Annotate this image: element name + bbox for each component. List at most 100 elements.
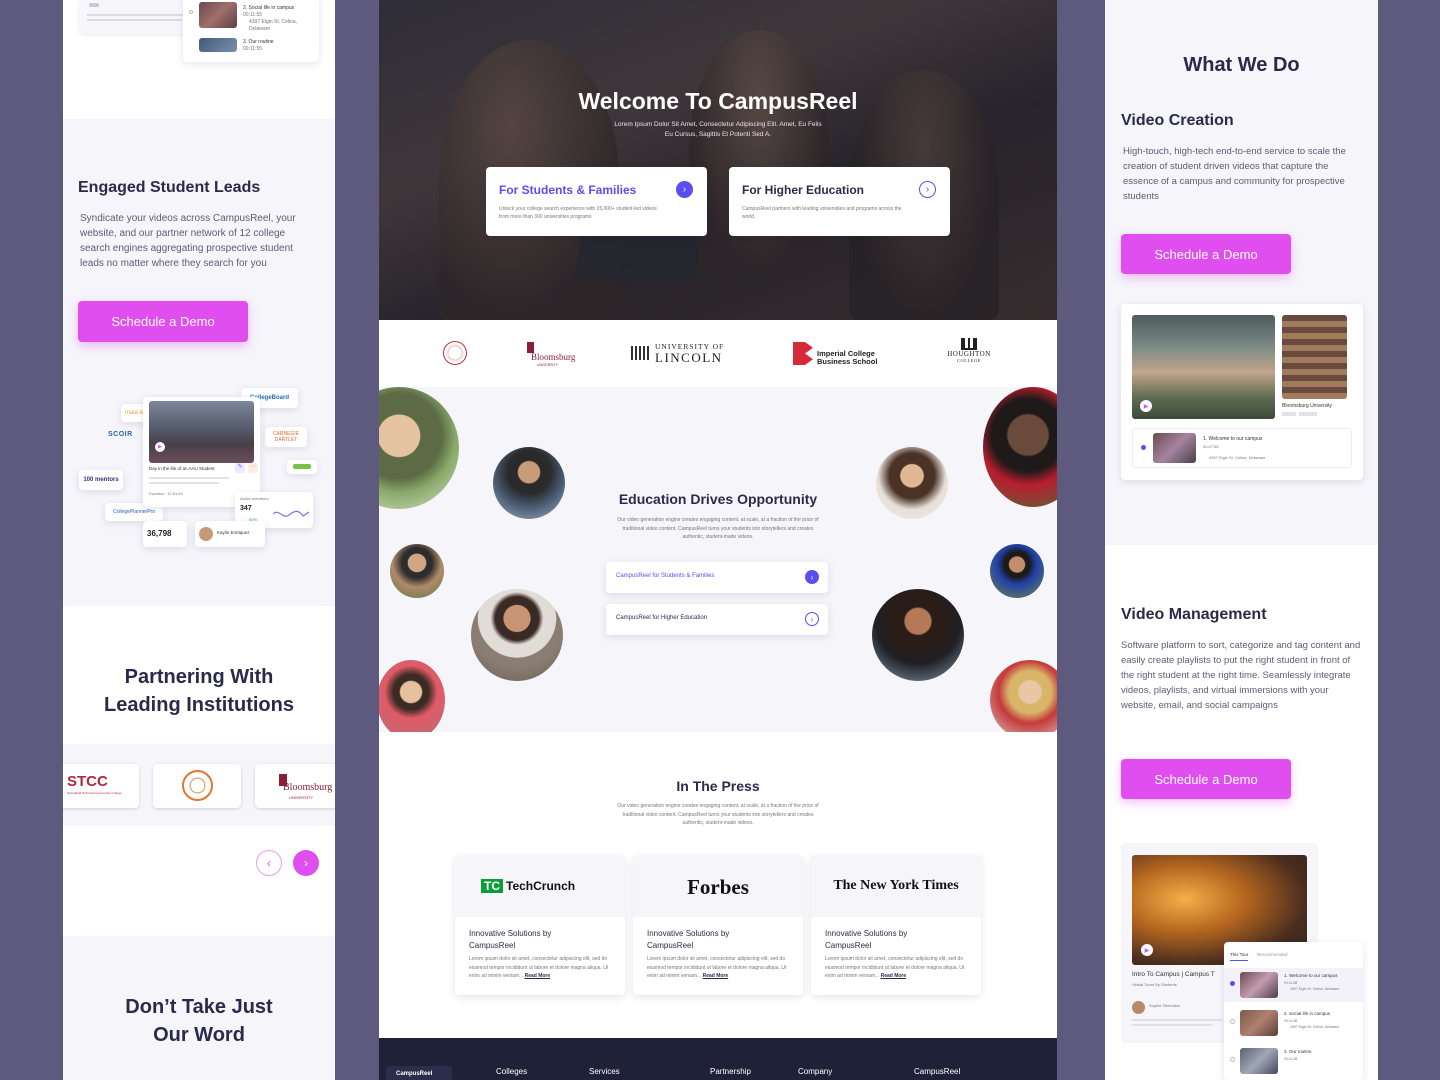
partner-logo-seal [153, 764, 241, 808]
higher-ed-card-body: CampusReel partners with leading univers… [742, 206, 902, 220]
testimonial-title-line1: Don’t Take Just [125, 996, 273, 1018]
arrow-right-icon: › [919, 181, 936, 198]
video-thumbnail [1240, 1010, 1278, 1036]
press-card-body: Lorem ipsum dolor sit amet, consectetur … [825, 956, 965, 979]
total-card: 36,798 [143, 521, 187, 547]
higher-ed-card[interactable]: For Higher Education CampusReel partners… [729, 167, 950, 236]
press-card-forbes[interactable]: Forbes Innovative Solutions by CampusRee… [633, 856, 803, 995]
preview-school: Bloomsburg University [1282, 403, 1333, 409]
schedule-demo-button[interactable]: Schedule a Demo [78, 301, 248, 342]
partner-logo-carnegie: CARNEGIE DARTLET [265, 427, 307, 447]
footer-brand[interactable]: CampusReel [386, 1066, 452, 1080]
arrow-right-icon: › [805, 570, 819, 584]
collage-video-caption: Day in the life of an AAU Student [149, 466, 215, 471]
students-card-title: For Students & Families [499, 183, 637, 197]
video-management-body: Software platform to sort, categorize an… [1121, 640, 1361, 711]
video-creation-title: Video Creation [1121, 112, 1234, 129]
leads-title: Engaged Student Leads [78, 179, 261, 196]
tab-this-tour[interactable]: This Tour [1230, 952, 1249, 961]
forbes-logo: Forbes [687, 875, 749, 899]
press-card-title: Innovative Solutions by CampusReel [825, 929, 908, 950]
playlist-item-title: 2. Social life in campus [243, 5, 295, 11]
arrow-right-icon: › [676, 181, 693, 198]
techcrunch-logo: TC TechCrunch [481, 879, 575, 893]
lincoln-logo: UNIVERSITY OF LINCOLN [631, 342, 741, 366]
playlist-item[interactable]: 2. Social life in campus 00:11:58 4397 E… [1224, 1006, 1363, 1040]
student-photo [471, 589, 563, 681]
seal-logo [443, 341, 467, 365]
avatar [199, 527, 213, 541]
video-thumbnail [1153, 433, 1196, 463]
hero-overlay [379, 0, 1057, 320]
hero-title: Welcome To CampusReel [578, 88, 858, 114]
playlist-item[interactable]: 1. Welcome to our campus 00:11:58 4397 E… [1224, 968, 1363, 1002]
playlist-item[interactable]: 3. Our routine 00:11:58 [1224, 1044, 1363, 1078]
schedule-demo-button[interactable]: Schedule a Demo [1121, 759, 1291, 799]
carousel-next-button[interactable]: › [293, 850, 319, 876]
read-more-link[interactable]: Read More [703, 973, 729, 979]
play-icon: ▶ [155, 442, 165, 452]
preview-playlist-item[interactable]: 1. Welcome to our campus 00:07:58 4397 E… [1132, 428, 1352, 468]
video-thumbnail [1240, 1048, 1278, 1074]
partner-logo-mini [287, 460, 317, 474]
left-panel: 2. Social life in campus 00:11:55 4397 E… [63, 0, 335, 1080]
video-thumbnail [199, 2, 237, 28]
higher-ed-link[interactable]: CampusReel for Higher Education › [606, 604, 828, 635]
video-creation-body: High-touch, high-tech end-to-end service… [1123, 146, 1346, 202]
tour-playlist-card: This Tour Recommended 1. Welcome to our … [1224, 942, 1363, 1080]
education-section: Education Drives Opportunity Our video g… [379, 387, 1057, 732]
video-thumbnail [199, 38, 237, 52]
partner-collage: maia learning SCOIR 100 mentors CollegeP… [77, 385, 317, 550]
press-card-nyt[interactable]: The New York Times Innovative Solutions … [811, 856, 981, 995]
playlist-card: 2. Social life in campus 00:11:55 4397 E… [183, 0, 319, 62]
footer-link-company[interactable]: Company [798, 1067, 832, 1076]
university-logos: Bloomsburg UNIVERSITY UNIVERSITY OF LINC… [379, 320, 1057, 387]
members-sparkline [273, 510, 309, 517]
arrow-right-icon: › [805, 612, 819, 626]
collage-video-card[interactable]: ▶ Day in the life of an AAU Student Dura… [143, 397, 260, 507]
read-more-link[interactable]: Read More [525, 973, 551, 979]
footer-link-colleges[interactable]: Colleges [496, 1067, 527, 1076]
playlist-item-time: 00:11:55 [243, 46, 263, 52]
student-photo [493, 447, 565, 519]
nyt-logo: The New York Times [833, 878, 959, 893]
houghton-logo: HOUGHTON COLLEGE [939, 338, 999, 368]
press-card-body: Lorem ipsum dolor sit amet, consectetur … [647, 956, 787, 979]
avatar [1132, 1001, 1145, 1014]
leads-body: Syndicate your videos across CampusReel,… [80, 213, 296, 269]
hero-section: Welcome To CampusReel Lorem Ipsum Dolor … [379, 0, 1057, 320]
playlist-item[interactable]: 2. Social life in campus 00:11:55 4397 E… [189, 2, 315, 32]
student-photo [983, 387, 1057, 507]
preview-side-photo [1282, 315, 1347, 399]
students-card[interactable]: For Students & Families Unlock your coll… [486, 167, 707, 236]
video-management-title: Video Management [1121, 606, 1267, 623]
playlist-item-title: 3. Our routine [243, 39, 274, 45]
student-photo [990, 544, 1044, 598]
higher-ed-card-title: For Higher Education [742, 183, 865, 197]
press-card-body: Lorem ipsum dolor sit amet, consectetur … [469, 956, 609, 979]
press-card-techcrunch[interactable]: TC TechCrunch Innovative Solutions by Cam… [455, 856, 625, 995]
education-body: Our video generation engine creates enga… [617, 517, 819, 540]
partner-logo-scoir: SCOIR [108, 431, 133, 438]
collage-video-thumb [149, 401, 254, 463]
tab-recommended[interactable]: Recommended [1257, 952, 1288, 957]
center-panel: Welcome To CampusReel Lorem Ipsum Dolor … [379, 0, 1057, 1080]
schedule-demo-button[interactable]: Schedule a Demo [1121, 234, 1291, 274]
playlist-item[interactable]: 3. Our routine 00:11:55 [189, 38, 315, 58]
student-photo [990, 660, 1057, 732]
footer-link-partnership[interactable]: Partnership [710, 1067, 751, 1076]
footer-link-services[interactable]: Services [589, 1067, 620, 1076]
student-photo [379, 660, 445, 732]
press-title: In The Press [676, 778, 760, 794]
students-link[interactable]: CampusReel for Students & Families › [606, 562, 828, 593]
carousel-prev-button[interactable]: ‹ [256, 850, 282, 876]
press-body: Our video generation engine creates enga… [617, 803, 819, 826]
partnering-title-line1: Partnering With [124, 666, 274, 688]
preview-main-photo [1132, 315, 1275, 419]
testimonial-title-line2: Our Word [153, 1024, 245, 1046]
playlist-item-time: 00:11:55 [243, 12, 263, 18]
partner-logo-stcc: STCC Springfield Technical Community Col… [63, 764, 139, 808]
footer-link-campusreel[interactable]: CampusReel [914, 1067, 960, 1076]
read-more-link[interactable]: Read More [881, 973, 907, 979]
playlist-item-address: 4397 Elgin St. Celina, Delaware [249, 19, 298, 32]
